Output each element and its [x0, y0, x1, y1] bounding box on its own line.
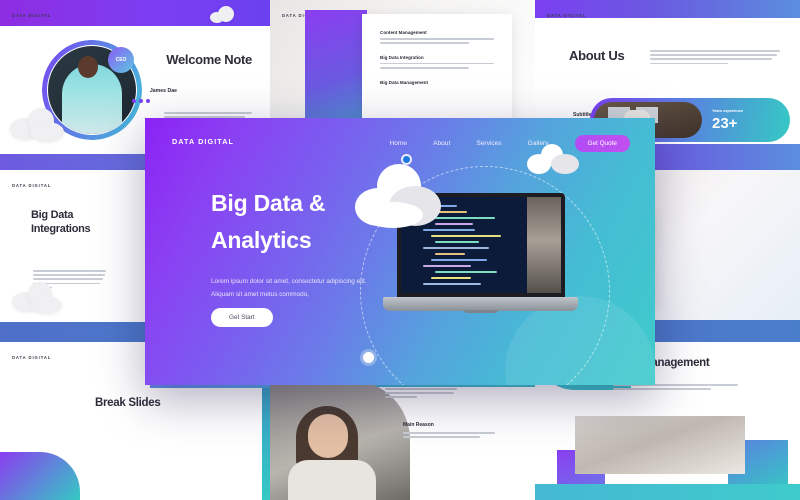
white-dot-decoration	[363, 352, 374, 363]
main-navigation[interactable]: Home About Services Gallery Get Quote	[389, 135, 630, 152]
teal-edge-decoration	[262, 388, 270, 500]
cloud-decoration-small	[210, 6, 236, 24]
cloud-decoration	[12, 278, 68, 314]
thumb-top-body	[385, 388, 457, 401]
ceo-badge: CEO	[108, 47, 134, 73]
slide-logo: DATA DIGITAL	[172, 137, 235, 146]
stat-value: 23+	[712, 114, 738, 132]
service-desc	[380, 38, 494, 44]
thumb-title: Welcome Note	[166, 52, 252, 67]
thumb-title-line1: Big Data	[31, 209, 74, 221]
heading-line-1: Big Data &	[211, 190, 326, 216]
thumb-logo: DATA DIGITAL	[12, 355, 52, 360]
laptop-base	[383, 297, 578, 311]
featured-slide[interactable]: DATA DIGITAL Home About Services Gallery…	[145, 118, 655, 385]
get-start-button[interactable]: Get Start	[211, 308, 273, 327]
nav-item-about[interactable]: About	[433, 140, 450, 147]
thumb-title: Break Slides	[95, 397, 161, 409]
service-name: Content Management	[380, 30, 427, 35]
thumb-title-line2: Integrations	[31, 223, 91, 235]
get-quote-button[interactable]: Get Quote	[574, 135, 630, 152]
cloud-large	[355, 158, 447, 228]
service-item: Big Data Management	[380, 80, 494, 85]
service-desc	[380, 62, 494, 69]
thumb-body-text	[403, 432, 495, 440]
bottom-band	[535, 484, 800, 500]
thumb-body-text	[650, 50, 780, 67]
slide-heading: Big Data & Analytics	[211, 185, 325, 260]
wave-decoration	[0, 452, 80, 500]
thumb-title: About Us	[569, 48, 625, 63]
dot-indicators	[132, 99, 150, 103]
thumb-logo: DATA DIGITAL	[547, 13, 587, 18]
thumb-author: James Dae	[149, 88, 177, 94]
stat-label: Years experience	[712, 108, 744, 113]
laptop-notch	[463, 310, 498, 313]
thumb-logo: DATA DIGITAL	[12, 183, 52, 188]
service-name: Big Data Integration	[380, 54, 424, 60]
thumb-body-text	[613, 384, 738, 392]
service-item: Content Management	[380, 30, 494, 44]
thumb-logo: DATA DIGITAL	[12, 13, 52, 18]
service-name: Big Data Management	[380, 79, 428, 85]
thumb-heading: Main Reason	[403, 422, 434, 428]
cloud-small	[527, 142, 581, 176]
heading-line-2: Analytics	[211, 227, 312, 254]
meeting-photo	[575, 416, 745, 474]
service-item: Big Data Integration	[380, 55, 494, 69]
cloud-decoration	[10, 102, 70, 142]
nav-item-services[interactable]: Services	[476, 140, 501, 147]
nav-item-home[interactable]: Home	[389, 140, 407, 147]
